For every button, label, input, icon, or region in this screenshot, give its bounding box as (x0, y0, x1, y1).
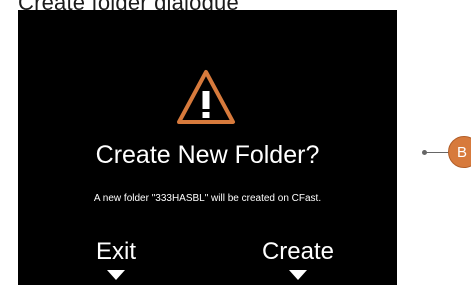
exit-label: Exit (95, 238, 136, 265)
triangle-down-icon (289, 270, 307, 280)
dialog-message: A new folder "333HASBL" will be created … (93, 193, 322, 204)
exit-button[interactable]: Exit (61, 238, 171, 280)
callout-badge: B (448, 136, 471, 168)
create-button[interactable]: Create (243, 238, 353, 280)
dialog-title: Create New Folder? (95, 141, 320, 169)
figure: Create folder dialogue Create New Folder… (0, 0, 471, 285)
warning-icon (177, 70, 235, 124)
triangle-down-icon (107, 270, 125, 280)
create-label: Create (261, 238, 335, 265)
camera-screen: Create New Folder? A new folder "333HASB… (18, 10, 397, 285)
